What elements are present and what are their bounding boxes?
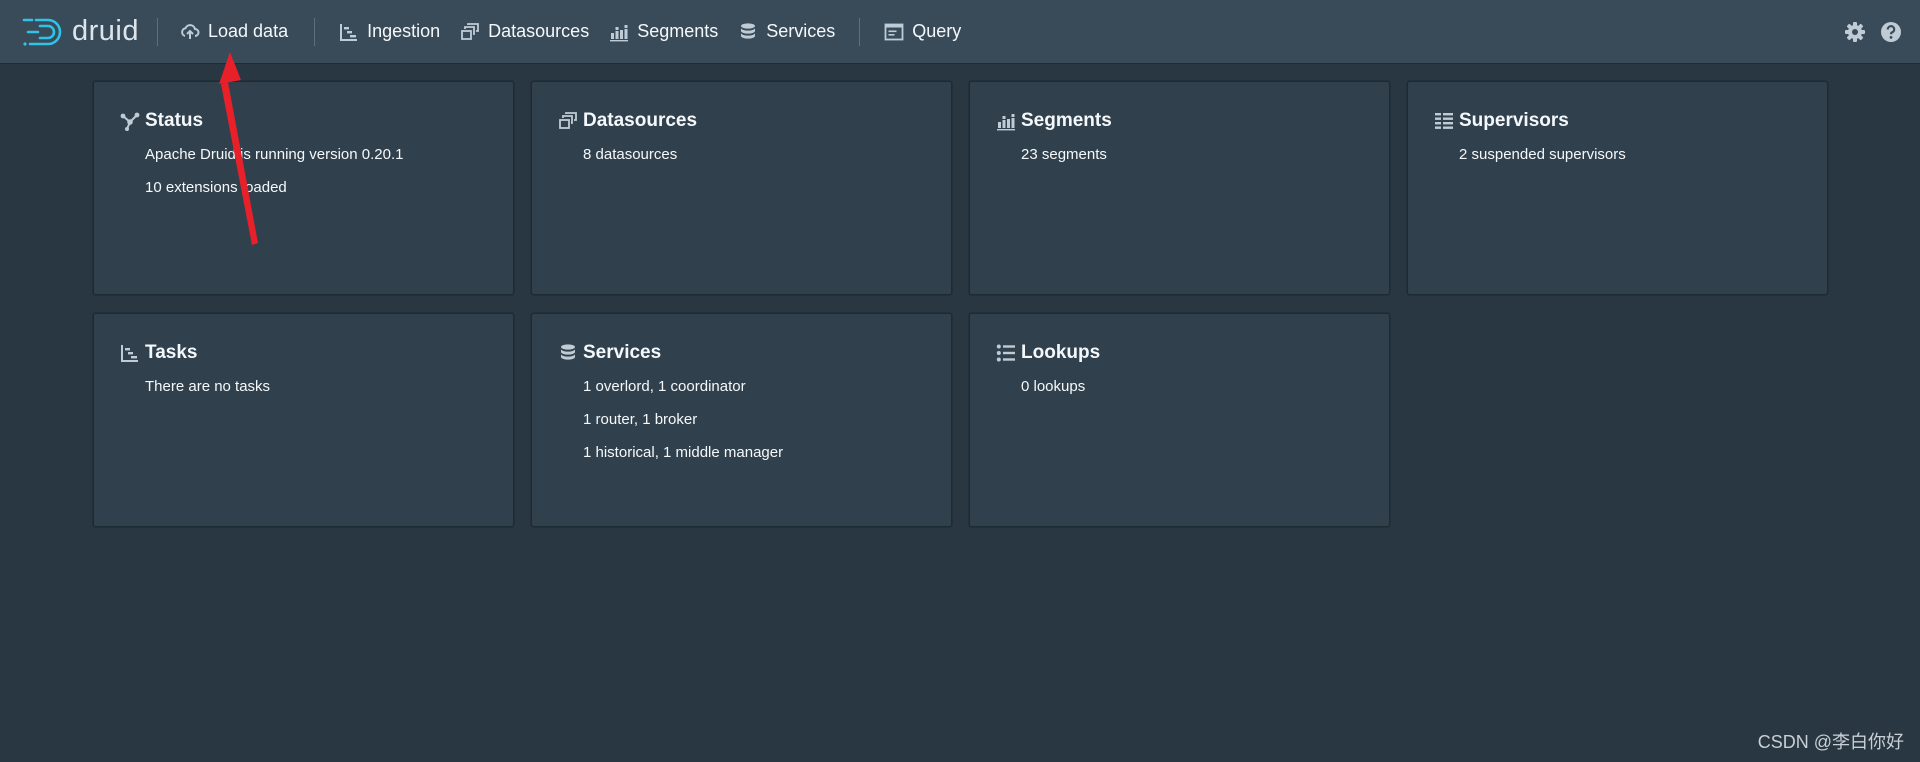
help-icon[interactable] <box>1880 21 1902 43</box>
supervisors-status-text: 2 suspended supervisors <box>1459 146 1626 163</box>
nav-divider <box>314 17 316 46</box>
nav-query-label: Query <box>912 21 962 41</box>
nav-right-tools <box>1844 0 1902 64</box>
nav-segments[interactable]: Segments <box>599 12 728 52</box>
cloud-upload-icon <box>181 23 200 39</box>
stacked-chart-icon <box>610 24 629 41</box>
card-title-text: Segments <box>1021 110 1112 131</box>
card-title-text: Tasks <box>145 342 198 363</box>
gantt-chart-icon <box>119 342 141 364</box>
database-icon <box>557 342 579 364</box>
tasks-status-text: There are no tasks <box>145 378 271 395</box>
nav-datasources[interactable]: Datasources <box>450 12 599 52</box>
status-version-text: Apache Druid is running version 0.20.1 <box>145 146 404 163</box>
nav-ingestion-label: Ingestion <box>367 21 441 41</box>
status-card[interactable]: Status Apache Druid is running version 0… <box>93 81 514 295</box>
status-card-title: Status <box>119 109 489 133</box>
multi-select-icon <box>461 22 480 40</box>
nav-load-data-label: Load data <box>208 21 289 41</box>
multi-select-icon <box>557 110 579 132</box>
card-title-text: Status <box>145 110 204 131</box>
nav-divider <box>859 17 861 46</box>
datasources-count-text: 8 datasources <box>583 146 678 163</box>
supervisors-card[interactable]: Supervisors 2 suspended supervisors <box>1407 81 1828 295</box>
card-title-text: Services <box>583 342 662 363</box>
druid-logo[interactable]: druid <box>22 0 139 64</box>
nav-divider <box>157 17 158 46</box>
services-line: 1 overlord, 1 coordinator <box>583 378 746 395</box>
services-card[interactable]: Services 1 overlord, 1 coordinator 1 rou… <box>531 313 952 527</box>
nav-services[interactable]: Services <box>728 12 845 52</box>
logo-text: druid <box>72 15 139 47</box>
druid-logo-icon <box>22 18 62 46</box>
home-card-grid: Status Apache Druid is running version 0… <box>93 81 1828 527</box>
nav-datasources-label: Datasources <box>488 21 590 41</box>
datasources-card-title: Datasources <box>557 109 927 133</box>
tasks-card[interactable]: Tasks There are no tasks <box>93 313 514 527</box>
services-line: 1 router, 1 broker <box>583 411 698 428</box>
lookups-card-title: Lookups <box>995 341 1365 365</box>
csdn-watermark: CSDN @李白你好 <box>1757 732 1904 752</box>
card-title-text: Supervisors <box>1459 110 1569 131</box>
nav-services-label: Services <box>766 21 836 41</box>
nav-load-data[interactable]: Load data <box>170 12 298 52</box>
card-title-text: Datasources <box>583 110 698 131</box>
segments-card[interactable]: Segments 23 segments <box>969 81 1390 295</box>
supervisors-card-title: Supervisors <box>1433 109 1803 133</box>
status-extensions-text: 10 extensions loaded <box>145 179 287 196</box>
stacked-chart-icon <box>995 110 1017 132</box>
segments-card-title: Segments <box>995 109 1365 133</box>
card-title-text: Lookups <box>1021 342 1101 363</box>
application-icon <box>884 23 904 40</box>
database-icon <box>741 22 756 39</box>
lookups-count-text: 0 lookups <box>1021 378 1086 395</box>
nav-query[interactable]: Query <box>874 12 971 52</box>
graph-icon <box>119 110 141 132</box>
gear-icon[interactable] <box>1844 21 1866 43</box>
services-card-title: Services <box>557 341 927 365</box>
segments-count-text: 23 segments <box>1021 146 1107 163</box>
services-line: 1 historical, 1 middle manager <box>583 444 784 461</box>
nav-segments-label: Segments <box>637 21 719 41</box>
list-columns-icon <box>1433 110 1455 132</box>
datasources-card[interactable]: Datasources 8 datasources <box>531 81 952 295</box>
nav-ingestion[interactable]: Ingestion <box>329 12 450 52</box>
tasks-card-title: Tasks <box>119 341 489 365</box>
properties-icon <box>995 342 1017 364</box>
top-navbar: druid Load data Ingestion Datasources Se… <box>0 0 1920 64</box>
gantt-chart-icon <box>340 23 358 41</box>
lookups-card[interactable]: Lookups 0 lookups <box>969 313 1390 527</box>
